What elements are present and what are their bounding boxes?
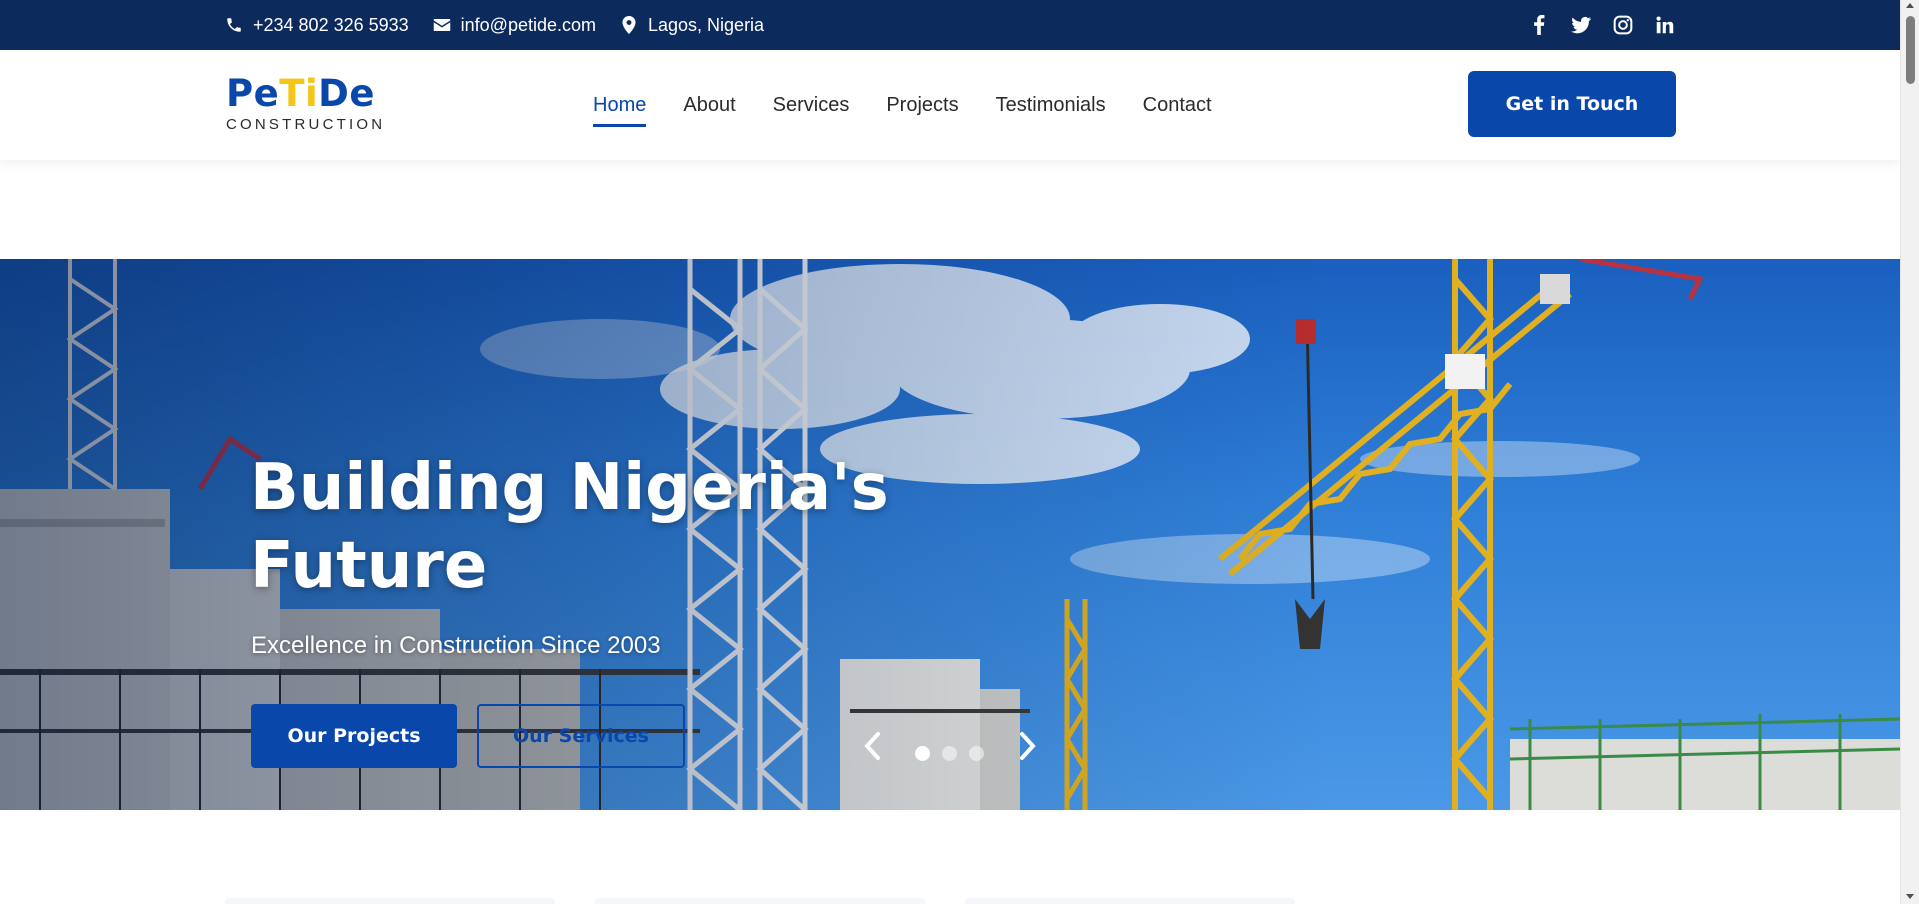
nav-item-projects[interactable]: Projects bbox=[886, 88, 958, 123]
email-contact[interactable]: info@petide.com bbox=[433, 15, 596, 36]
our-projects-button[interactable]: Our Projects bbox=[251, 704, 457, 768]
location-pin-icon bbox=[620, 16, 638, 34]
main-nav: Home About Services Projects Testimonial… bbox=[593, 50, 1249, 160]
page-scrollbar[interactable] bbox=[1900, 0, 1919, 904]
logo[interactable]: PeTiDe CONSTRUCTION bbox=[226, 74, 386, 134]
scrollbar-thumb[interactable] bbox=[1906, 16, 1915, 84]
logo-part-de: De bbox=[318, 72, 375, 115]
logo-part-ti: Ti bbox=[279, 72, 319, 115]
hero-tagline: Excellence in Construction Since 2003 bbox=[251, 632, 661, 659]
chevron-left-icon bbox=[864, 732, 880, 760]
site-header: PeTiDe CONSTRUCTION Home About Services … bbox=[0, 50, 1900, 160]
twitter-icon[interactable] bbox=[1571, 15, 1591, 35]
hero-title: Building Nigeria's Future bbox=[250, 451, 889, 603]
chevron-right-icon bbox=[1020, 732, 1036, 760]
scroll-down-icon[interactable] bbox=[1906, 894, 1914, 899]
nav-item-about[interactable]: About bbox=[683, 88, 735, 123]
phone-icon bbox=[225, 16, 243, 34]
social-links bbox=[1529, 0, 1675, 50]
email-address: info@petide.com bbox=[460, 14, 596, 35]
logo-part-pe: Pe bbox=[226, 72, 280, 115]
phone-number: +234 802 326 5933 bbox=[253, 14, 409, 35]
hero-slider: Building Nigeria's Future Excellence in … bbox=[0, 259, 1900, 810]
logo-wordmark: PeTiDe bbox=[226, 74, 376, 114]
slider-dot-2[interactable] bbox=[942, 746, 957, 761]
our-services-button[interactable]: Our Services bbox=[477, 704, 685, 768]
facebook-icon[interactable] bbox=[1529, 15, 1549, 35]
nav-item-home[interactable]: Home bbox=[593, 88, 647, 127]
phone-contact[interactable]: +234 802 326 5933 bbox=[225, 15, 409, 36]
linkedin-icon[interactable] bbox=[1655, 15, 1675, 35]
card-peek-3 bbox=[965, 898, 1295, 904]
nav-item-services[interactable]: Services bbox=[773, 88, 850, 123]
slider-next-arrow[interactable] bbox=[1013, 731, 1043, 761]
logo-subtitle: CONSTRUCTION bbox=[226, 116, 386, 133]
contact-info: +234 802 326 5933 info@petide.com Lagos,… bbox=[225, 0, 764, 50]
mail-icon bbox=[433, 16, 451, 34]
slider-dot-3[interactable] bbox=[969, 746, 984, 761]
scroll-up-icon[interactable] bbox=[1906, 3, 1914, 8]
location-contact: Lagos, Nigeria bbox=[620, 15, 764, 36]
page: +234 802 326 5933 info@petide.com Lagos,… bbox=[0, 0, 1919, 904]
nav-item-testimonials[interactable]: Testimonials bbox=[996, 88, 1106, 123]
card-peek-1 bbox=[225, 898, 555, 904]
slider-prev-arrow[interactable] bbox=[857, 731, 887, 761]
slider-dot-1[interactable] bbox=[915, 746, 930, 761]
card-peek-2 bbox=[595, 898, 925, 904]
get-in-touch-button[interactable]: Get in Touch bbox=[1468, 71, 1676, 137]
slider-dots bbox=[915, 746, 984, 761]
location-text: Lagos, Nigeria bbox=[648, 14, 765, 35]
top-info-bar: +234 802 326 5933 info@petide.com Lagos,… bbox=[0, 0, 1900, 50]
nav-item-contact[interactable]: Contact bbox=[1143, 88, 1212, 123]
instagram-icon[interactable] bbox=[1613, 15, 1633, 35]
